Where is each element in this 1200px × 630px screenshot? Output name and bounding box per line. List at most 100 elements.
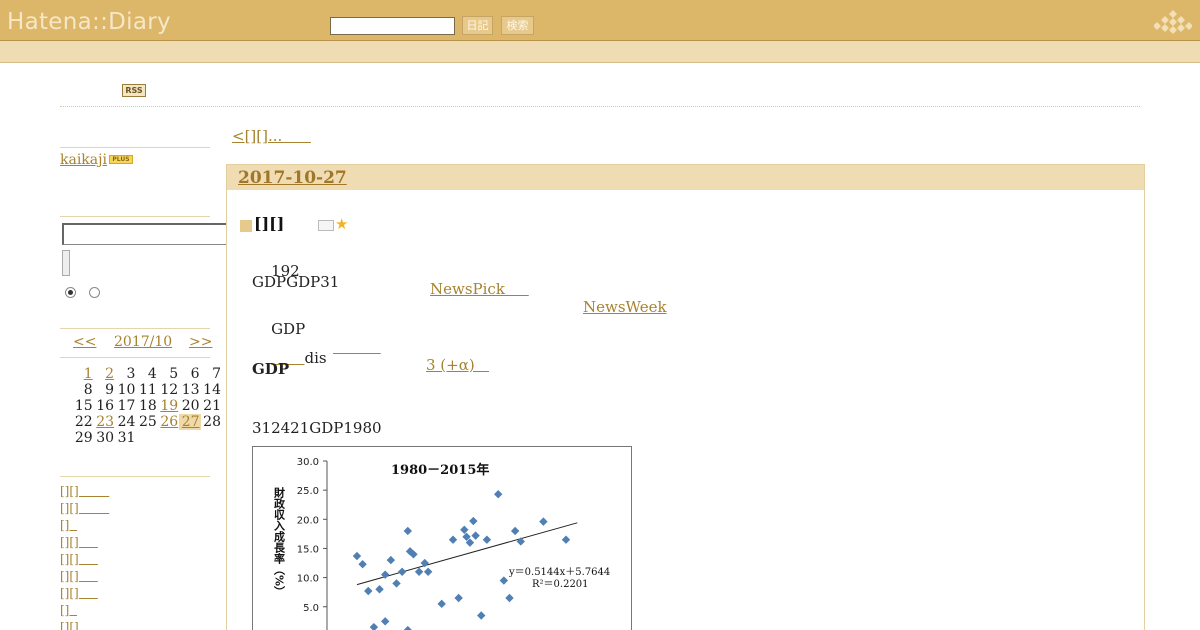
data-point xyxy=(494,490,503,499)
data-point xyxy=(392,579,401,588)
category-link[interactable]: [][] xyxy=(60,551,220,568)
y-axis-label: 財政収入成長率（%） xyxy=(273,486,287,597)
header-divider xyxy=(60,106,1140,107)
calendar-day: 10 xyxy=(117,382,136,398)
data-point xyxy=(510,526,520,536)
data-point xyxy=(477,611,486,620)
calendar-day: 8 xyxy=(83,382,93,398)
calendar-day-link[interactable]: 19 xyxy=(158,398,179,414)
global-search-input[interactable] xyxy=(330,17,455,35)
data-point xyxy=(364,586,373,596)
calendar-day: 12 xyxy=(160,382,179,398)
calendar-day: 20 xyxy=(181,398,200,414)
site-logo[interactable]: Hatena::Diary xyxy=(7,9,171,35)
image-icon[interactable] xyxy=(318,220,334,231)
category-link[interactable]: [][] xyxy=(60,483,220,500)
calendar-table: 1 2 3 4 5 6 7 8 9 10 11 12 13 14 15 16 1… xyxy=(60,366,222,446)
diary-button[interactable]: 日記 xyxy=(462,16,493,35)
data-point xyxy=(414,567,424,576)
star-icon[interactable]: ★ xyxy=(335,215,348,233)
body-link[interactable] xyxy=(333,338,381,356)
calendar-day: 17 xyxy=(117,398,136,414)
calendar-day: 25 xyxy=(138,414,157,430)
calendar-day xyxy=(60,414,72,430)
calendar-week: 8 9 10 11 12 13 14 xyxy=(60,382,222,398)
hatena-menu-icon[interactable] xyxy=(1154,8,1192,38)
calendar-week: 29 30 31 xyxy=(60,430,222,446)
data-point xyxy=(516,537,525,546)
calendar-day xyxy=(60,366,72,382)
scatter-chart-figure: 30.0 25.0 20.0 15.0 10.0 5.0 財政収入成長率（%） 1980－20… xyxy=(252,446,632,630)
calendar-week: 22 23 24 25 26 27 28 xyxy=(60,414,222,430)
category-link[interactable]: [] xyxy=(60,602,220,619)
data-point xyxy=(352,551,362,561)
calendar-day: 18 xyxy=(138,398,157,414)
y-tick-label: 30.0 xyxy=(297,457,319,468)
data-point xyxy=(471,531,480,540)
body-link[interactable]: 3 (+α) xyxy=(426,356,489,374)
calendar-day: 24 xyxy=(117,414,136,430)
category-link[interactable]: [][] xyxy=(60,500,220,517)
day-header: 2017-10-27 xyxy=(227,165,1144,190)
user-link[interactable]: kaikaji xyxy=(60,152,107,168)
diary-day: 2017-10-27 [][] ★ 192 NewsPick NewsWeek … xyxy=(226,164,1145,630)
calendar-day: 28 xyxy=(203,414,221,430)
data-point xyxy=(469,516,478,526)
calendar-day-link[interactable]: 26 xyxy=(158,414,179,430)
calendar-day-link[interactable]: 2 xyxy=(94,366,115,382)
calendar-today-link[interactable]: 27 xyxy=(179,414,201,430)
newsweek-link[interactable]: NewsWeek xyxy=(583,298,667,316)
category-link[interactable]: [][] xyxy=(60,568,220,585)
data-point xyxy=(448,535,458,544)
calendar-day xyxy=(179,430,200,446)
search-scope-radio-2[interactable] xyxy=(89,287,100,298)
category-link[interactable]: [][] xyxy=(60,534,220,551)
r-squared-label: R²＝0.2201 xyxy=(532,579,589,590)
data-point xyxy=(397,567,407,576)
calendar-day: 21 xyxy=(203,398,221,414)
rss-badge[interactable]: RSS xyxy=(122,84,146,97)
data-point xyxy=(460,525,469,534)
calendar-day: 14 xyxy=(203,382,221,398)
day-date-link[interactable]: 2017-10-27 xyxy=(238,168,347,188)
calendar-day: 7 xyxy=(212,366,221,382)
calendar-week: 1 2 3 4 5 6 7 xyxy=(60,366,222,382)
plus-badge: PLUS xyxy=(109,155,133,164)
section-title[interactable]: [][] xyxy=(254,214,284,233)
top-bar: Hatena::Diary 日記 検索 xyxy=(0,0,1200,41)
data-point xyxy=(437,599,446,609)
data-point xyxy=(403,526,412,536)
y-tick-label: 10.0 xyxy=(297,574,319,585)
prev-entry-link[interactable]: <[][]... xyxy=(232,127,311,145)
y-tick-label: 25.0 xyxy=(297,486,319,497)
sub-bar xyxy=(0,41,1200,63)
data-point xyxy=(505,593,514,603)
calendar-day: 29 xyxy=(74,430,93,446)
calendar-day xyxy=(201,430,222,446)
category-link[interactable]: [][] xyxy=(60,585,220,602)
scatter-chart: 30.0 25.0 20.0 15.0 10.0 5.0 財政収入成長率（%） 1980－20… xyxy=(273,457,610,630)
calendar-day-link[interactable]: 1 xyxy=(72,366,93,382)
calendar-prev-link[interactable]: << xyxy=(73,334,96,350)
search-button[interactable]: 検索 xyxy=(501,16,534,35)
newspick-link[interactable]: NewsPick xyxy=(430,280,529,298)
calendar-day: 22 xyxy=(74,414,93,430)
calendar-day: 4 xyxy=(147,366,157,382)
data-point xyxy=(369,622,379,630)
calendar-day-link[interactable]: 23 xyxy=(94,414,115,430)
category-link[interactable]: [][] xyxy=(60,619,220,630)
calendar-month-link[interactable]: 2017/10 xyxy=(114,334,172,350)
calendar-day: 15 xyxy=(74,398,93,414)
calendar-next-link[interactable]: >> xyxy=(189,334,212,350)
sidebar-search-input[interactable] xyxy=(62,223,245,245)
calendar-day: 3 xyxy=(126,366,136,382)
sidebar-search-button[interactable] xyxy=(62,250,70,276)
y-tick-label: 15.0 xyxy=(297,544,319,555)
calendar-day xyxy=(158,430,179,446)
calendar-week: 15 16 17 18 19 20 21 xyxy=(60,398,222,414)
data-point xyxy=(499,576,509,585)
search-scope-radio-1[interactable] xyxy=(65,287,76,298)
category-link[interactable]: [] xyxy=(60,517,220,534)
data-point xyxy=(454,593,463,603)
calendar-day xyxy=(136,430,157,446)
